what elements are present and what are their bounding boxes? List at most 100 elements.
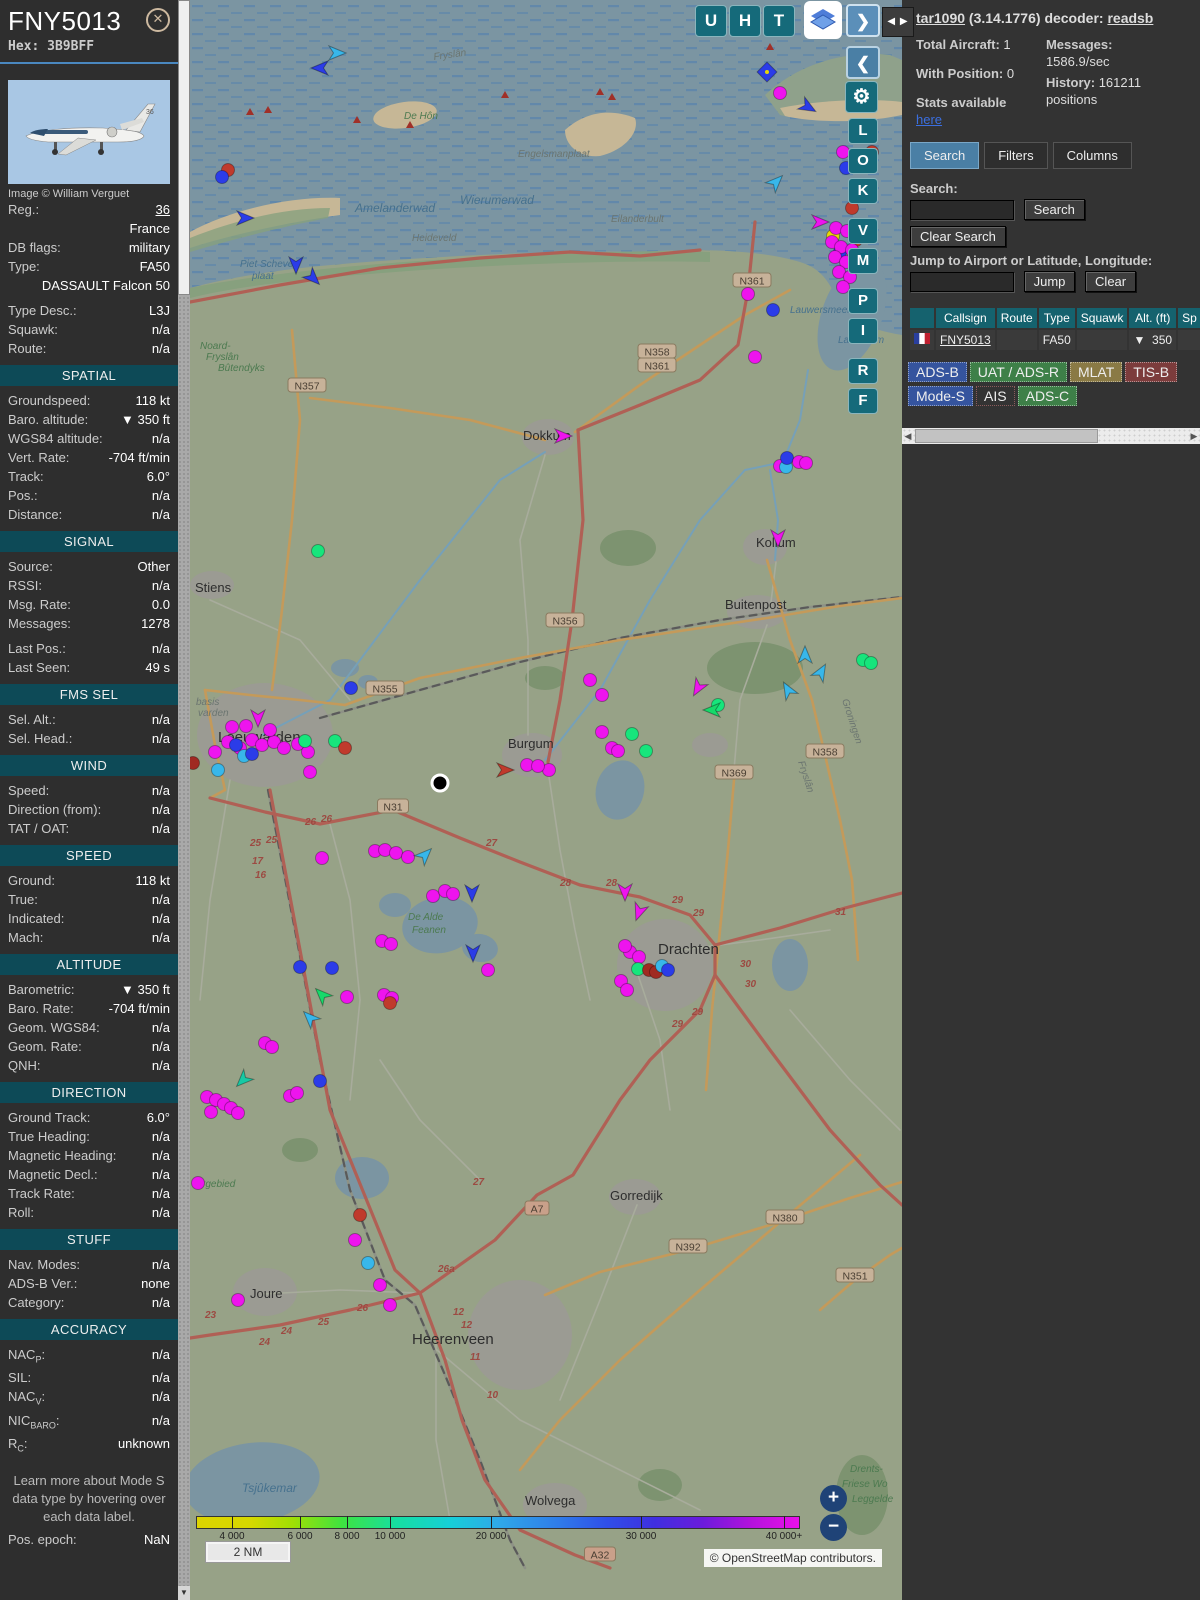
map-button-R[interactable]: R xyxy=(848,358,878,384)
history-dot xyxy=(401,850,415,864)
row-label: Mach: xyxy=(8,929,44,945)
scroll-right-arrow[interactable]: ▶ xyxy=(1188,428,1200,444)
row-label: WGS84 altitude: xyxy=(8,430,103,446)
jump-button[interactable]: Jump xyxy=(1023,271,1076,292)
row-label: Messages: xyxy=(8,615,71,631)
map-button-H[interactable]: H xyxy=(729,5,761,37)
section-header-fms sel: FMS SEL xyxy=(0,684,178,705)
reg-link[interactable]: 36 xyxy=(39,202,170,218)
exit-number: 10 xyxy=(487,1390,499,1401)
map-button-U[interactable]: U xyxy=(695,5,727,37)
tab-columns[interactable]: Columns xyxy=(1052,142,1132,169)
road-shield-label: N380 xyxy=(772,1213,797,1225)
map-button-K[interactable]: K xyxy=(848,178,878,204)
badge-mlat: MLAT xyxy=(1069,362,1123,382)
expand-panel-button[interactable]: ❯ xyxy=(846,4,880,37)
row-value: military xyxy=(128,239,170,255)
with-position-value: 0 xyxy=(1006,66,1015,81)
column-header[interactable]: Callsign xyxy=(936,308,995,328)
map-button-V[interactable]: V xyxy=(848,218,878,244)
data-row: Speed: n/a xyxy=(0,781,178,800)
column-header[interactable]: Squawk xyxy=(1076,308,1128,328)
aircraft-table-row[interactable]: FNY5013 FA50 ▼ 350 xyxy=(910,330,1200,350)
settings-button[interactable]: ⚙ xyxy=(845,81,878,113)
row-label: Baro. Rate: xyxy=(8,1000,74,1016)
history-dot xyxy=(426,889,440,903)
tab-filters[interactable]: Filters xyxy=(984,142,1048,169)
row-label: Barometric: xyxy=(8,981,75,997)
scroll-left-arrow[interactable]: ◀ xyxy=(902,428,914,444)
search-button[interactable]: Search xyxy=(1023,199,1085,220)
sidebar-scrollbar[interactable]: ▼ xyxy=(178,0,190,1600)
panel-horizontal-scrollbar[interactable]: ◀ ▶ xyxy=(902,428,1200,444)
column-header[interactable]: Type xyxy=(1038,308,1075,328)
data-row: Geom. Rate: n/a xyxy=(0,1037,178,1056)
clear-search-button[interactable]: Clear Search xyxy=(910,226,1006,247)
legend-tick-label: 40 000+ xyxy=(765,1531,803,1542)
column-header[interactable]: Route xyxy=(996,308,1037,328)
column-header[interactable]: Alt. (ft) xyxy=(1129,308,1177,328)
history-dot xyxy=(766,303,780,317)
data-row: Type: FA50 xyxy=(0,257,178,276)
map-button-P[interactable]: P xyxy=(848,288,878,314)
row-label: NACV: xyxy=(8,1389,46,1407)
zoom-out-button[interactable]: − xyxy=(820,1514,847,1541)
history-dot xyxy=(231,1293,245,1307)
row-value: n/a xyxy=(151,1370,170,1386)
zoom-in-button[interactable]: + xyxy=(820,1485,847,1512)
map-button-I[interactable]: I xyxy=(848,318,878,344)
sidebar-scrollbar-thumb[interactable] xyxy=(178,0,190,295)
tar1090-link[interactable]: tar1090 xyxy=(916,10,965,26)
jump-clear-button[interactable]: Clear xyxy=(1085,271,1137,292)
sidebar-header: FNY5013 Hex: 3B9BFF ✕ xyxy=(0,0,178,56)
road-shield-label: N357 xyxy=(294,381,319,393)
data-row: Msg. Rate: 0.0 xyxy=(0,595,178,614)
map-button-L[interactable]: L xyxy=(848,118,878,144)
osm-attribution: © OpenStreetMap contributors. xyxy=(703,1549,882,1567)
road-shield-label: N392 xyxy=(675,1242,700,1254)
data-row: Baro. Rate: -704 ft/min xyxy=(0,999,178,1018)
column-header[interactable]: Sp xyxy=(1178,308,1200,328)
map-button-F[interactable]: F xyxy=(848,388,878,414)
map-label: Feanen xyxy=(412,925,446,936)
panel-toggle-button[interactable]: ◀ ▶ xyxy=(882,7,914,37)
map-button-M[interactable]: M xyxy=(848,248,878,274)
row-label: Reg.: xyxy=(8,201,40,217)
row-label: Squawk: xyxy=(8,321,58,337)
row-label: Last Seen: xyxy=(8,659,71,675)
data-row: Sel. Alt.: n/a xyxy=(0,710,178,729)
panel-scrollbar-thumb[interactable] xyxy=(915,429,1098,443)
sidebar-scrollbar-down-arrow[interactable]: ▼ xyxy=(178,1586,190,1600)
map-label: Heerenveen xyxy=(412,1331,494,1348)
map-button-T[interactable]: T xyxy=(763,5,795,37)
stats-here-link[interactable]: here xyxy=(916,112,942,127)
layers-button[interactable] xyxy=(804,1,842,39)
row-value: 118 kt xyxy=(135,392,170,408)
section-header-spatial: SPATIAL xyxy=(0,365,178,386)
map-button-O[interactable]: O xyxy=(848,148,878,174)
svg-text:36: 36 xyxy=(146,109,154,116)
map-canvas[interactable]: Fryslân De Hôn Engelsmanplaat Amelanderwad W… xyxy=(190,0,902,1600)
readsb-link[interactable]: readsb xyxy=(1107,10,1153,26)
close-icon[interactable]: ✕ xyxy=(146,8,170,32)
column-header[interactable] xyxy=(910,308,934,328)
history-dot xyxy=(611,744,625,758)
minus-icon: − xyxy=(827,1516,840,1537)
data-row: Baro. altitude: ▼ 350 ft xyxy=(0,410,178,429)
row-label: QNH: xyxy=(8,1057,41,1073)
selected-aircraft-marker[interactable] xyxy=(430,773,450,793)
history-dot xyxy=(265,1040,279,1054)
callsign-link[interactable]: FNY5013 xyxy=(940,333,991,347)
search-input[interactable] xyxy=(910,200,1014,220)
data-row: DB flags: military xyxy=(0,238,178,257)
with-position-label: With Position: xyxy=(916,66,1004,81)
history-dot xyxy=(620,983,634,997)
row-label: Route: xyxy=(8,340,47,356)
aircraft-photo[interactable]: 36 xyxy=(8,80,170,184)
pos-epoch-label: Pos. epoch: xyxy=(8,1531,77,1547)
collapse-panel-button[interactable]: ❮ xyxy=(846,46,880,79)
tab-search[interactable]: Search xyxy=(910,142,980,169)
jump-input[interactable] xyxy=(910,272,1014,292)
data-row: Nav. Modes: n/a xyxy=(0,1255,178,1274)
history-dot xyxy=(293,960,307,974)
